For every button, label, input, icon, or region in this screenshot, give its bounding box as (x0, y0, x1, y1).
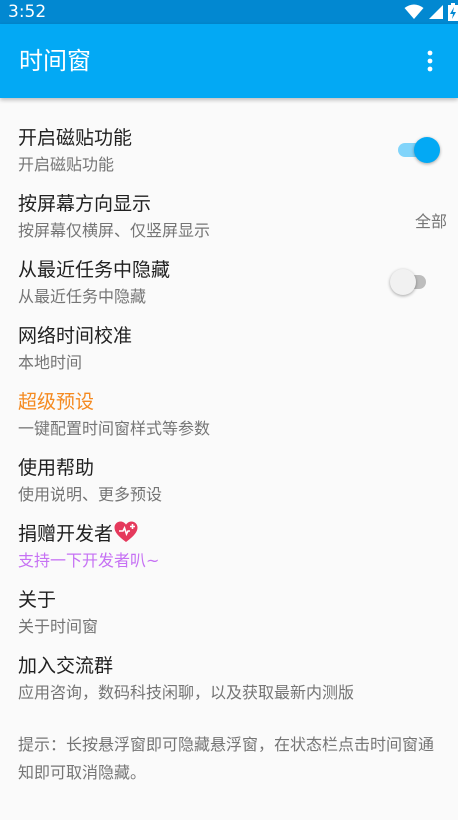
pref-summary: 从最近任务中隐藏 (18, 287, 147, 306)
wifi-icon (404, 4, 424, 19)
pref-title: 关于 (18, 589, 57, 611)
pref-summary: 本地时间 (18, 353, 83, 372)
switch-thumb (390, 269, 416, 295)
pref-summary: 应用咨询，数码科技闲聊，以及获取最新内测版 (18, 683, 355, 702)
pref-join-group[interactable]: 加入交流群 应用咨询，数码科技闲聊，以及获取最新内测版 (18, 652, 448, 714)
signal-icon (429, 5, 443, 19)
more-vert-icon (427, 50, 433, 72)
footer-tip: 提示：长按悬浮窗即可隐藏悬浮窗，在状态栏点击时间窗通知即可取消隐藏。 (18, 735, 435, 782)
pref-title: 超级预设 (18, 391, 95, 413)
status-icons (404, 3, 458, 21)
pref-title: 网络时间校准 (18, 325, 133, 347)
pref-summary: 关于时间窗 (18, 617, 99, 636)
battery-charging-icon (448, 3, 458, 21)
enable-tile-switch[interactable] (396, 136, 442, 164)
pref-summary: 按屏幕仅横屏、仅竖屏显示 (18, 221, 211, 240)
pref-summary: 使用说明、更多预设 (18, 485, 163, 504)
app-bar: 时间窗 (0, 24, 458, 98)
app-title: 时间窗 (19, 47, 91, 75)
pref-summary: 开启磁贴功能 (18, 155, 115, 174)
pref-title: 捐赠开发者 (18, 523, 114, 545)
pref-title: 从最近任务中隐藏 (18, 259, 171, 281)
pref-title: 开启磁贴功能 (18, 127, 133, 149)
pref-donate[interactable]: 捐赠开发者 支持一下开发者叭~ (18, 520, 448, 582)
status-time: 3:52 (8, 2, 47, 22)
pref-screen-orientation[interactable]: 按屏幕方向显示 按屏幕仅横屏、仅竖屏显示 全部 (18, 190, 448, 252)
heart-plus-icon (114, 521, 138, 542)
pref-hide-from-recents[interactable]: 从最近任务中隐藏 从最近任务中隐藏 (18, 256, 448, 318)
pref-about[interactable]: 关于 关于时间窗 (18, 586, 448, 648)
overflow-menu-button[interactable] (410, 41, 450, 81)
pref-title-row: 捐赠开发者 (18, 520, 138, 548)
pref-enable-tile[interactable]: 开启磁贴功能 开启磁贴功能 (18, 124, 448, 186)
switch-thumb (414, 137, 440, 163)
pref-value: 全部 (414, 212, 447, 231)
pref-help[interactable]: 使用帮助 使用说明、更多预设 (18, 454, 448, 516)
pref-summary: 支持一下开发者叭~ (18, 551, 160, 570)
pref-network-time[interactable]: 网络时间校准 本地时间 (18, 322, 448, 384)
pref-summary: 一键配置时间窗样式等参数 (18, 419, 211, 438)
pref-title: 使用帮助 (18, 457, 95, 479)
pref-super-preset[interactable]: 超级预设 一键配置时间窗样式等参数 (18, 388, 448, 450)
status-bar: 3:52 (0, 0, 458, 24)
pref-title: 加入交流群 (18, 655, 114, 677)
hide-from-recents-switch[interactable] (390, 268, 436, 296)
pref-title: 按屏幕方向显示 (18, 193, 152, 215)
